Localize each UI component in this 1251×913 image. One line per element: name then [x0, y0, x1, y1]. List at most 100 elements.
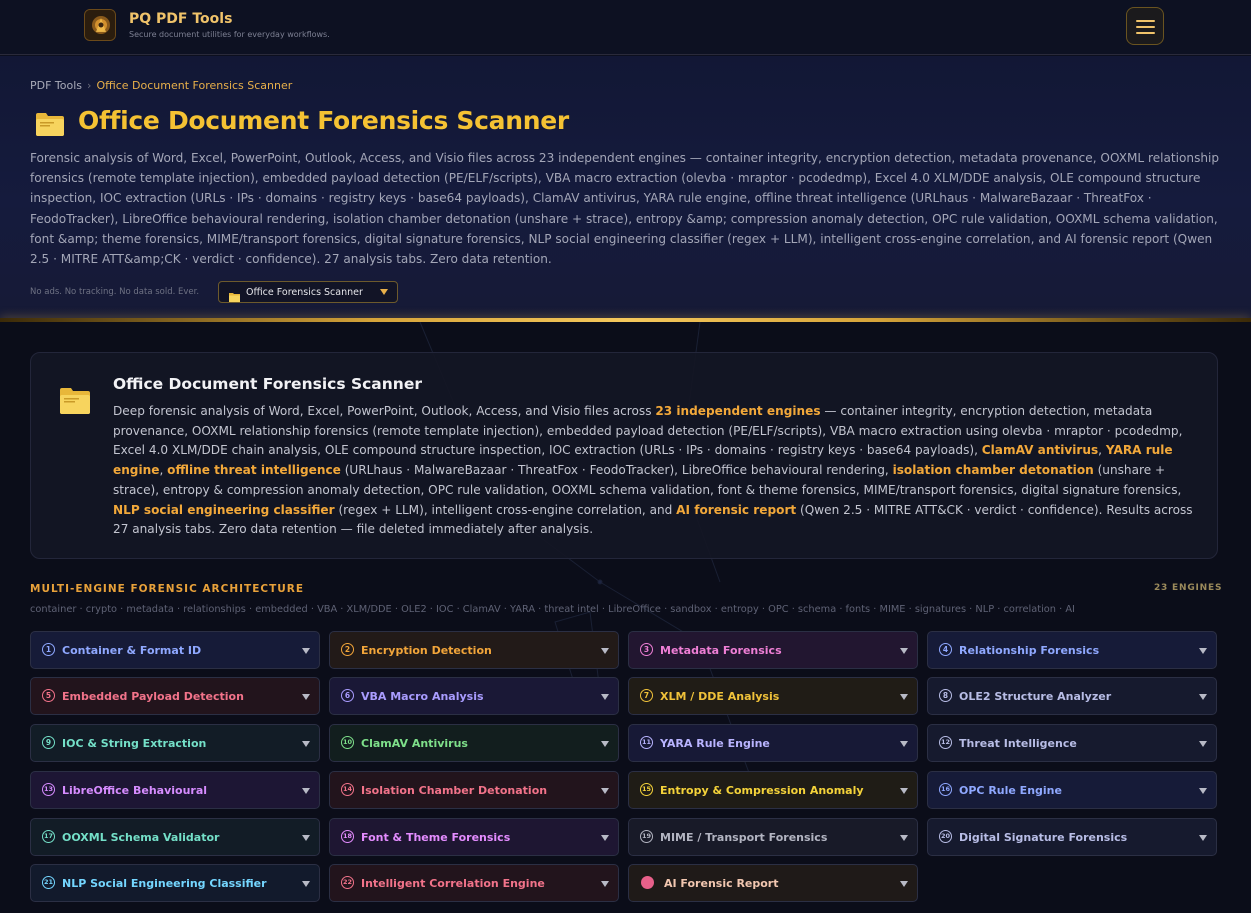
engine-number-badge: 23: [641, 876, 654, 889]
engine-label: Container & Format ID: [62, 644, 202, 657]
engine-label: LibreOffice Behavioural: [62, 784, 208, 797]
chevron-down-icon: [302, 694, 310, 700]
engine-label: Threat Intelligence: [959, 737, 1077, 750]
highlight-term: NLP social engineering classifier: [113, 502, 335, 517]
intro-card: Office Document Forensics Scanner Deep f…: [30, 352, 1218, 559]
intro-text: Deep forensic analysis of Word, Excel, P…: [113, 404, 656, 418]
main-content: Office Document Forensics Scanner Deep f…: [0, 322, 1251, 913]
engine-card[interactable]: 22 Intelligent Correlation Engine: [329, 864, 619, 902]
brand-tagline: Secure document utilities for everyday w…: [129, 30, 330, 39]
engine-card[interactable]: 13 LibreOffice Behavioural: [30, 771, 320, 809]
engine-label: Relationship Forensics: [959, 644, 1100, 657]
engine-card[interactable]: 19 MIME / Transport Forensics: [628, 818, 918, 856]
chevron-down-icon: [900, 648, 908, 654]
engine-card[interactable]: 14 Isolation Chamber Detonation: [329, 771, 619, 809]
engine-card[interactable]: 23 AI Forensic Report: [628, 864, 918, 902]
chevron-down-icon: [900, 694, 908, 700]
chevron-down-icon: [380, 289, 388, 295]
breadcrumb-separator: ›: [87, 79, 92, 92]
engine-label: Font & Theme Forensics: [361, 831, 511, 844]
engine-card[interactable]: 12 Threat Intelligence: [927, 724, 1217, 762]
engine-card[interactable]: 6 VBA Macro Analysis: [329, 677, 619, 715]
engine-label: XLM / DDE Analysis: [660, 690, 780, 703]
engine-card[interactable]: 21 NLP Social Engineering Classifier: [30, 864, 320, 902]
engine-label: Digital Signature Forensics: [959, 831, 1128, 844]
engine-label: YARA Rule Engine: [660, 737, 770, 750]
chevron-down-icon: [302, 881, 310, 887]
engine-label: Entropy & Compression Anomaly: [660, 784, 864, 797]
intro-title: Office Document Forensics Scanner: [113, 375, 422, 393]
engine-label: OLE2 Structure Analyzer: [959, 690, 1112, 703]
chevron-down-icon: [601, 648, 609, 654]
engine-count-badge: 23 ENGINES: [1154, 583, 1223, 593]
engine-number-badge: 3: [640, 643, 653, 656]
chevron-down-icon: [601, 881, 609, 887]
engine-number-badge: 11: [640, 736, 653, 749]
engine-number-badge: 21: [42, 876, 55, 889]
tool-selector-dropdown[interactable]: Office Forensics Scanner: [218, 281, 398, 303]
chevron-down-icon: [601, 835, 609, 841]
engine-label: Encryption Detection: [361, 644, 492, 657]
engine-number-badge: 16: [939, 783, 952, 796]
engine-label: IOC & String Extraction: [62, 737, 207, 750]
engine-card[interactable]: 1 Container & Format ID: [30, 631, 320, 669]
engine-label: AI Forensic Report: [664, 877, 779, 890]
chevron-down-icon: [601, 694, 609, 700]
engine-number-badge: 13: [42, 783, 55, 796]
chevron-down-icon: [1199, 788, 1207, 794]
engine-card[interactable]: 20 Digital Signature Forensics: [927, 818, 1217, 856]
engine-number-badge: 10: [341, 736, 354, 749]
engine-number-badge: 19: [640, 830, 653, 843]
engine-card[interactable]: 3 Metadata Forensics: [628, 631, 918, 669]
highlight-term: ClamAV antivirus: [981, 443, 1099, 458]
engine-label: VBA Macro Analysis: [361, 690, 484, 703]
chevron-down-icon: [302, 741, 310, 747]
engine-card[interactable]: 17 OOXML Schema Validator: [30, 818, 320, 856]
engine-card[interactable]: 10 ClamAV Antivirus: [329, 724, 619, 762]
engine-card[interactable]: 5 Embedded Payload Detection: [30, 677, 320, 715]
intro-text: (regex + LLM), intelligent cross-engine …: [334, 502, 677, 517]
engine-number-badge: 15: [640, 783, 653, 796]
chevron-down-icon: [302, 835, 310, 841]
tool-selector-value: Office Forensics Scanner: [246, 287, 363, 298]
engine-card[interactable]: 4 Relationship Forensics: [927, 631, 1217, 669]
engine-card[interactable]: 8 OLE2 Structure Analyzer: [927, 677, 1217, 715]
engine-card[interactable]: 18 Font & Theme Forensics: [329, 818, 619, 856]
chevron-down-icon: [900, 835, 908, 841]
chevron-down-icon: [1199, 694, 1207, 700]
hamburger-icon: [1136, 20, 1155, 22]
engine-number-badge: 12: [939, 736, 952, 749]
engine-number-badge: 22: [341, 876, 354, 889]
breadcrumb-pdf-tools[interactable]: PDF Tools: [30, 79, 82, 92]
folder-icon: [229, 287, 240, 306]
highlight-term: 23 independent engines: [655, 404, 821, 418]
engine-label: OPC Rule Engine: [959, 784, 1062, 797]
engine-label: Embedded Payload Detection: [62, 690, 244, 703]
architecture-tags: container · crypto · metadata · relation…: [30, 604, 1075, 615]
engine-label: Isolation Chamber Detonation: [361, 784, 548, 797]
engine-number-badge: 18: [341, 830, 354, 843]
engine-number-badge: 2: [341, 643, 354, 656]
engine-card[interactable]: 16 OPC Rule Engine: [927, 771, 1217, 809]
engine-card[interactable]: 7 XLM / DDE Analysis: [628, 677, 918, 715]
brand-logo[interactable]: [84, 9, 116, 41]
folder-icon: [35, 110, 65, 141]
engine-card[interactable]: 11 YARA Rule Engine: [628, 724, 918, 762]
engine-label: MIME / Transport Forensics: [660, 831, 828, 844]
chevron-down-icon: [1199, 741, 1207, 747]
engine-card[interactable]: 9 IOC & String Extraction: [30, 724, 320, 762]
engine-label: OOXML Schema Validator: [62, 831, 220, 844]
engine-card[interactable]: 2 Encryption Detection: [329, 631, 619, 669]
engine-label: Metadata Forensics: [660, 644, 782, 657]
highlight-term: isolation chamber detonation: [892, 463, 1094, 478]
menu-button[interactable]: [1126, 7, 1164, 45]
brand-name[interactable]: PQ PDF Tools: [129, 11, 232, 27]
engine-card[interactable]: 15 Entropy & Compression Anomaly: [628, 771, 918, 809]
intro-description: Deep forensic analysis of Word, Excel, P…: [113, 402, 1198, 540]
hamburger-icon: [1136, 32, 1155, 34]
breadcrumb: PDF Tools › Office Document Forensics Scan…: [30, 79, 292, 92]
highlight-term: offline threat intelligence: [167, 463, 341, 478]
engine-number-badge: 8: [939, 689, 952, 702]
engine-label: NLP Social Engineering Classifier: [62, 877, 267, 890]
intro-text: ,: [159, 463, 168, 478]
